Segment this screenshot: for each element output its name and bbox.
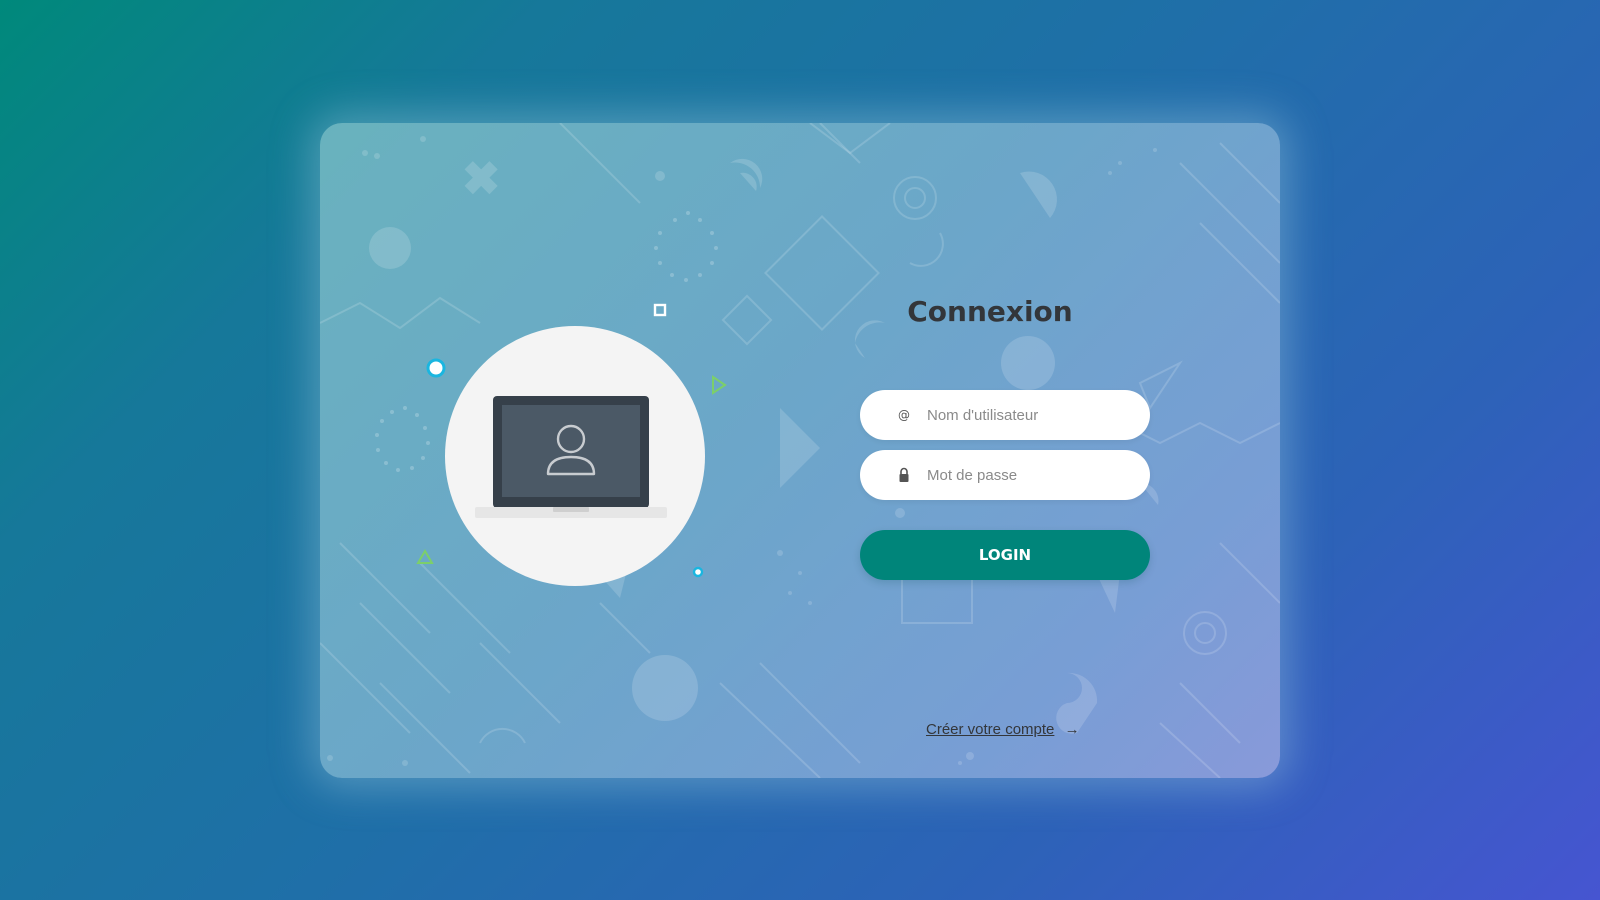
square-outline-shape — [653, 303, 667, 317]
create-account-label: Créer votre compte — [926, 721, 1055, 738]
password-field[interactable] — [860, 450, 1150, 500]
at-icon: @ — [898, 408, 910, 422]
login-card: Connexion @ LOGIN Créer votre compte → — [320, 123, 1280, 778]
username-input[interactable] — [927, 390, 1137, 440]
create-account-link[interactable]: Créer votre compte → — [926, 721, 1080, 738]
avatar-illustration — [445, 326, 705, 586]
login-button[interactable]: LOGIN — [860, 530, 1150, 580]
ring-small-shape — [692, 566, 704, 578]
login-title: Connexion — [907, 295, 1073, 328]
arrow-right-icon: → — [1064, 721, 1080, 738]
password-input[interactable] — [927, 450, 1137, 500]
lock-icon — [896, 465, 912, 485]
triangle-right-shape — [712, 375, 727, 395]
ring-large-shape — [426, 358, 446, 378]
username-field[interactable]: @ — [860, 390, 1150, 440]
triangle-up-shape — [416, 549, 434, 564]
laptop-user-icon — [475, 396, 667, 518]
